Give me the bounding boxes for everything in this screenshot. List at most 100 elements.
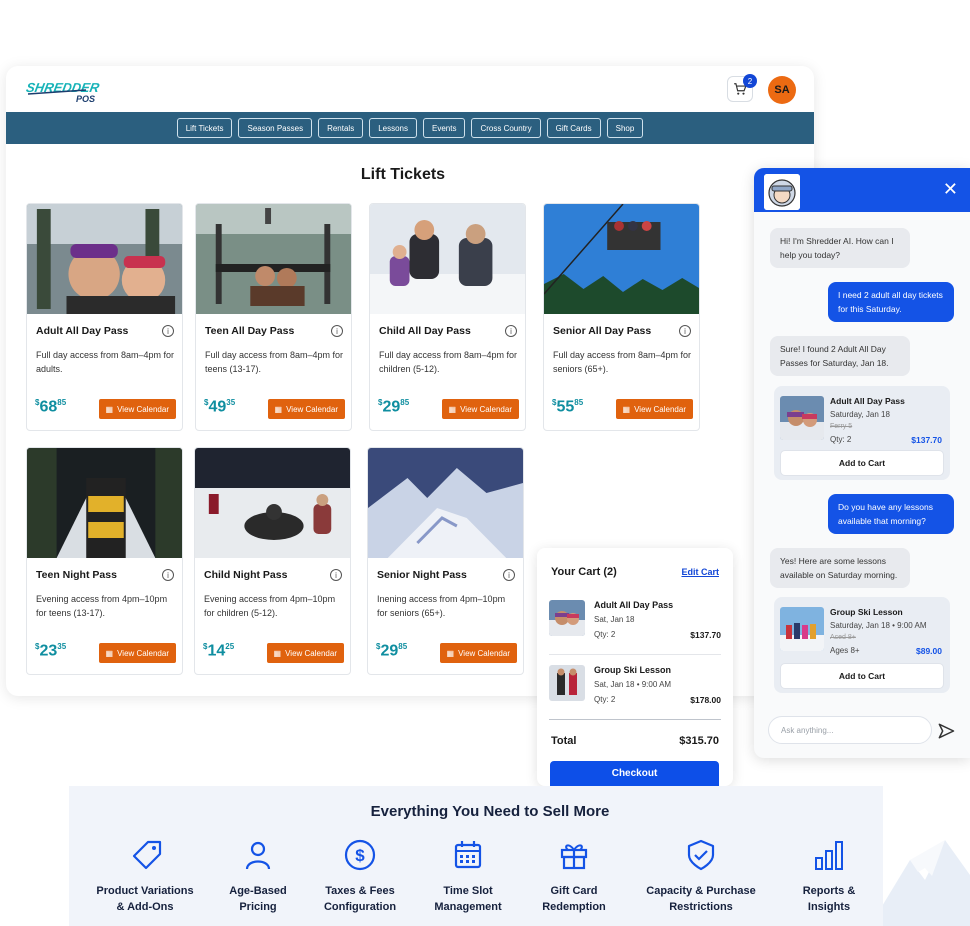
chat-input[interactable]: Ask anything... [768,716,932,744]
feature-label: Reports & Insights [769,883,889,915]
cart-title: Your Cart (2) [551,566,617,578]
view-calendar-label: View Calendar [117,404,169,414]
view-calendar-button[interactable]: ▦ View Calendar [615,399,693,419]
nav-lessons[interactable]: Lessons [369,118,417,138]
info-icon[interactable]: i [330,569,342,581]
view-calendar-button[interactable]: ▦ View Calendar [441,399,519,419]
features-title: Everything You Need to Sell More [370,803,610,820]
product-card[interactable]: Teen All Day Pass i Full day access from… [195,203,352,431]
view-calendar-label: View Calendar [286,404,338,414]
view-calendar-button[interactable]: ▦ View Calendar [98,643,176,663]
view-calendar-label: View Calendar [458,648,510,658]
send-icon[interactable] [936,721,956,741]
cart-item-qty: Qty: 2 [594,630,616,639]
shield-check-icon [687,839,715,871]
add-to-cart-button[interactable]: Add to Cart [780,663,944,689]
product-name: Senior Night Pass [377,569,467,581]
product-price: $137.70 [911,435,942,445]
bar-chart-icon [815,841,843,870]
view-calendar-button[interactable]: ▦ View Calendar [266,643,344,663]
nav-shop[interactable]: Shop [606,118,644,138]
gift-icon [560,844,588,870]
bot-message: Sure! I found 2 Adult All Day Passes for… [770,336,910,376]
info-icon[interactable]: i [162,569,174,581]
info-icon[interactable]: i [505,325,517,337]
nav-cross-country[interactable]: Cross Country [471,118,541,138]
cart-panel: Your Cart (2) Edit Cart Adult All Day Pa… [537,548,733,786]
bot-message: Hi! I'm Shredder AI. How can I help you … [770,228,910,268]
price-dollars: 23 [39,642,58,660]
view-calendar-button[interactable]: ▦ View Calendar [267,399,345,419]
product-price: $4935 [204,398,235,416]
product-qty: Qty: 2 [830,435,852,444]
view-calendar-label: View Calendar [117,648,169,658]
bot-avatar-icon [764,174,800,210]
chat-product-card: Adult All Day Pass Saturday, Jan 18 Ferr… [774,386,950,480]
product-strike-text: Aced 8+ [830,634,856,641]
info-icon[interactable]: i [162,325,174,337]
product-description: Evening access from 4pm–10pm for teens (… [36,594,168,618]
product-name: Adult All Day Pass [830,396,905,406]
feature-label-line2: Configuration [323,901,397,913]
nav-season-passes[interactable]: Season Passes [238,118,313,138]
view-calendar-button[interactable]: ▦ View Calendar [98,399,176,419]
nav-rentals[interactable]: Rentals [318,118,364,138]
feature-label-line1: Age-Based [229,885,287,897]
feature-label-line2: Insights [807,901,851,913]
cart-item-name: Adult All Day Pass [594,600,674,610]
info-icon[interactable]: i [503,569,515,581]
product-photo [27,448,182,558]
feature-label-line2: Pricing [239,901,277,913]
view-calendar-label: View Calendar [634,404,686,414]
nav-gift-cards[interactable]: Gift Cards [546,118,601,138]
product-price: $5585 [552,398,583,416]
divider [549,719,721,720]
checkout-button[interactable]: Checkout [550,761,719,786]
feature-label-line2: Restrictions [669,901,733,913]
product-photo [370,204,525,314]
edit-cart-link[interactable]: Edit Cart [681,567,719,577]
add-to-cart-button[interactable]: Add to Cart [780,450,944,476]
nav-lift-tickets[interactable]: Lift Tickets [176,118,233,138]
user-message: I need 2 adult all day tickets for this … [828,282,954,322]
product-card[interactable]: Adult All Day Pass i Full day access fro… [26,203,183,431]
view-calendar-button[interactable]: ▦ View Calendar [439,643,517,663]
info-icon[interactable]: i [679,325,691,337]
product-card[interactable]: Child Night Pass i Evening access from 4… [194,447,351,675]
product-card[interactable]: Teen Night Pass i Evening access from 4p… [26,447,183,675]
feature-label: Taxes & Fees Configuration [300,883,420,915]
cart-item-date: Sat, Jan 18 [594,615,635,624]
product-strike-text: Ferry 5 [830,423,853,430]
feature-label-line2: & Add-Ons [116,901,174,913]
bot-message: Yes! Here are some lessons available on … [770,548,910,588]
chat-panel: ✕ Hi! I'm Shredder AI. How can I help yo… [754,168,970,758]
nav-events[interactable]: Events [423,118,466,138]
product-thumbnail [780,607,824,651]
product-price: $2335 [35,642,66,660]
user-message: Do you have any lessons available that m… [828,494,954,534]
product-card[interactable]: Senior All Day Pass i Full day access fr… [543,203,700,431]
divider [549,654,721,655]
feature-item: Time Slot Management [408,838,528,915]
price-dollars: 55 [556,398,575,416]
feature-label: Time Slot Management [408,883,528,915]
user-avatar[interactable]: SA [768,76,796,104]
feature-label-line1: Reports & [802,885,856,897]
product-date: Saturday, Jan 18 • 9:00 AM [830,621,927,630]
feature-item: Gift Card Redemption [514,838,634,915]
product-price: $6885 [35,398,66,416]
product-description: Inening access from 4pm–10pm for seniors… [377,594,506,618]
feature-label-line1: Capacity & Purchase [646,885,756,897]
product-card[interactable]: Senior Night Pass i Inening access from … [367,447,524,675]
close-icon[interactable]: ✕ [943,179,958,200]
calendar-icon: ▦ [274,404,283,414]
info-icon[interactable]: i [331,325,343,337]
feature-label: Product Variations & Add-Ons [85,883,205,915]
price-cents: 85 [400,398,410,407]
product-thumbnail [780,396,824,440]
product-card[interactable]: Child All Day Pass i Full day access fro… [369,203,526,431]
feature-label-line1: Taxes & Fees [325,885,395,897]
cart-item-thumbnail [549,665,585,701]
price-dollars: 68 [39,398,58,416]
dollar-circle-icon: $ [344,839,376,871]
